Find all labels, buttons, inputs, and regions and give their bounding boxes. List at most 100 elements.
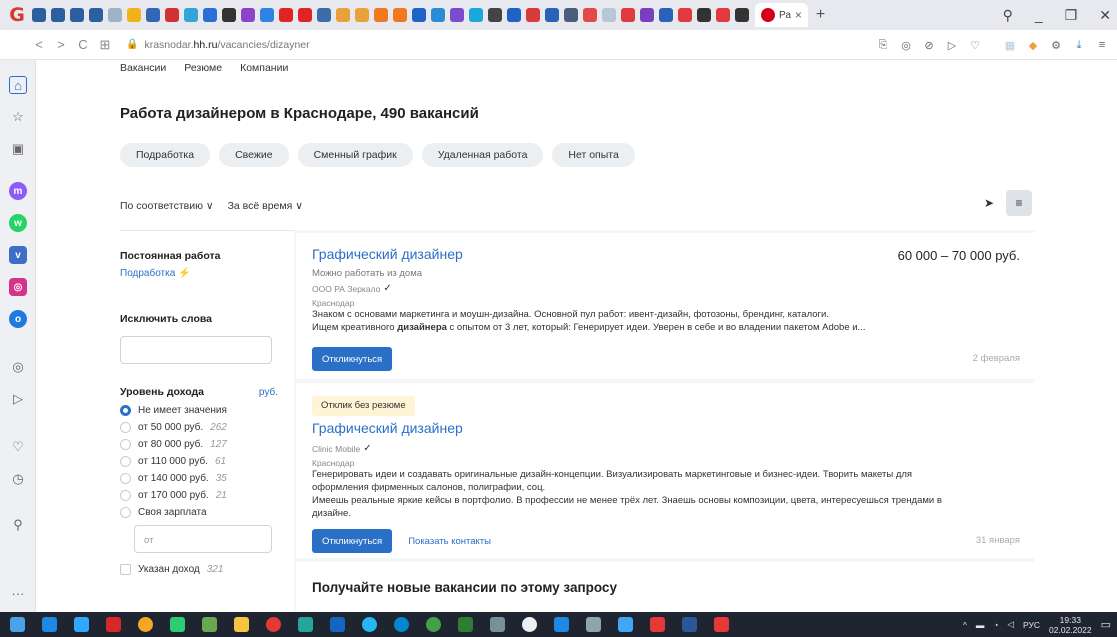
tab-favicon-icon[interactable] xyxy=(146,8,160,22)
list-view-icon[interactable]: ≡ xyxy=(1006,190,1032,216)
settings-icon[interactable]: ⚙ xyxy=(1049,39,1063,52)
wallet-icon[interactable]: ▣ xyxy=(9,140,27,158)
skype-icon[interactable] xyxy=(554,617,569,632)
part-time-link[interactable]: Подработка ⚡ xyxy=(120,268,278,279)
subnav-vacancies[interactable]: Вакансии xyxy=(120,62,166,74)
taskbar-app-icon[interactable] xyxy=(714,617,729,632)
target-icon[interactable]: ◎ xyxy=(9,358,27,376)
vk-icon[interactable]: v xyxy=(9,246,27,264)
own-salary-input[interactable]: от xyxy=(134,525,272,553)
reload-icon[interactable]: C xyxy=(72,37,94,52)
tab-favicon-icon[interactable] xyxy=(336,8,350,22)
tray-chevron-icon[interactable]: ^ xyxy=(963,620,967,630)
tab-favicon-icon[interactable] xyxy=(165,8,179,22)
minimize-icon[interactable]: _ xyxy=(1035,7,1043,23)
taskbar-app-icon[interactable] xyxy=(650,617,665,632)
new-tab-button[interactable]: + xyxy=(816,6,825,24)
tab-favicon-icon[interactable] xyxy=(583,8,597,22)
apply-button[interactable]: Откликнуться xyxy=(312,529,393,553)
taskbar-app-icon[interactable] xyxy=(426,617,441,632)
clock[interactable]: 19:33 02.02.2022 xyxy=(1049,615,1092,635)
tab-favicon-icon[interactable] xyxy=(412,8,426,22)
whatsapp-icon[interactable]: w xyxy=(9,214,27,232)
tab-favicon-icon[interactable] xyxy=(108,8,122,22)
photoshop-icon[interactable] xyxy=(74,617,89,632)
taskbar-app-icon[interactable] xyxy=(298,617,313,632)
tab-favicon-icon[interactable] xyxy=(659,8,673,22)
taskbar-app-icon[interactable] xyxy=(106,617,121,632)
tab-favicon-icon[interactable] xyxy=(279,8,293,22)
grid-icon[interactable]: ⊞ xyxy=(94,37,116,53)
tab-favicon-icon[interactable] xyxy=(51,8,65,22)
chip-fresh[interactable]: Свежие xyxy=(219,143,289,167)
heart-icon[interactable]: ♡ xyxy=(968,39,982,52)
subnav-resumes[interactable]: Резюме xyxy=(184,62,222,74)
taskbar-app-icon[interactable] xyxy=(234,617,249,632)
income-option[interactable]: Своя зарплата xyxy=(120,504,278,521)
tab-favicon-icon[interactable] xyxy=(545,8,559,22)
windows-start-icon[interactable] xyxy=(10,617,25,632)
word-icon[interactable] xyxy=(682,617,697,632)
language-indicator[interactable]: РУС xyxy=(1023,620,1040,630)
chip-remote[interactable]: Удаленная работа xyxy=(421,143,544,167)
url-field[interactable]: 🔒 krasnodar.hh.ru/vacancies/dizayner xyxy=(126,39,310,51)
subnav-companies[interactable]: Компании xyxy=(240,62,288,74)
tab-favicon-icon[interactable] xyxy=(526,8,540,22)
tab-favicon-icon[interactable] xyxy=(507,8,521,22)
home-icon[interactable]: ⌂ xyxy=(9,76,27,94)
salary-shown-checkbox[interactable]: Указан доход 321 xyxy=(120,561,278,578)
apply-button[interactable]: Откликнуться xyxy=(312,347,393,371)
income-option[interactable]: Не имеет значения xyxy=(120,402,278,419)
taskbar-app-icon[interactable] xyxy=(522,617,537,632)
tab-favicon-icon[interactable] xyxy=(488,8,502,22)
active-tab[interactable]: Ра × xyxy=(755,3,808,27)
tab-favicon-icon[interactable] xyxy=(716,8,730,22)
tab-favicon-icon[interactable] xyxy=(70,8,84,22)
tab-favicon-icon[interactable] xyxy=(298,8,312,22)
vacancy-company[interactable]: ООО РА Зеркало ✓ xyxy=(312,283,392,294)
close-tab-icon[interactable]: × xyxy=(795,8,802,22)
heart-icon[interactable]: ♡ xyxy=(9,438,27,456)
taskbar-app-icon[interactable] xyxy=(266,617,281,632)
taskbar-app-icon[interactable] xyxy=(586,617,601,632)
vacancy-company[interactable]: Clinic Mobile ✓ xyxy=(312,443,372,454)
tab-favicon-icon[interactable] xyxy=(469,8,483,22)
download-icon[interactable]: ⤓ xyxy=(1072,39,1086,52)
clock-icon[interactable]: ◷ xyxy=(9,470,27,488)
extension-icon[interactable]: ▦ xyxy=(1003,39,1017,52)
tab-favicon-icon[interactable] xyxy=(355,8,369,22)
screenshot-icon[interactable]: ⎘ xyxy=(876,39,890,52)
browser-logo-icon[interactable]: G xyxy=(6,4,28,26)
forward-icon[interactable]: > xyxy=(50,37,72,52)
volume-icon[interactable]: ◁ xyxy=(1007,619,1014,630)
more-icon[interactable]: ··· xyxy=(9,584,27,602)
show-contacts-link[interactable]: Показать контакты xyxy=(408,536,491,547)
extension-icon[interactable]: ◆ xyxy=(1026,39,1040,52)
income-option[interactable]: от 50 000 руб. 262 xyxy=(120,419,278,436)
send-icon[interactable]: ▷ xyxy=(9,390,27,408)
tab-favicon-icon[interactable] xyxy=(621,8,635,22)
map-view-icon[interactable]: ➤ xyxy=(976,190,1002,216)
tab-favicon-icon[interactable] xyxy=(374,8,388,22)
tab-favicon-icon[interactable] xyxy=(89,8,103,22)
chip-no-experience[interactable]: Нет опыта xyxy=(552,143,635,167)
notifications-icon[interactable]: ▭ xyxy=(1101,618,1111,631)
star-icon[interactable]: ☆ xyxy=(9,108,27,126)
taskbar-app-icon[interactable] xyxy=(394,617,409,632)
search-tabs-icon[interactable]: ⚲ xyxy=(1003,7,1013,24)
tab-favicon-icon[interactable] xyxy=(564,8,578,22)
instagram-icon[interactable]: ◎ xyxy=(9,278,27,296)
block-icon[interactable]: ⊘ xyxy=(922,39,936,52)
dreamweaver-icon[interactable] xyxy=(202,617,217,632)
tab-favicon-icon[interactable] xyxy=(393,8,407,22)
exclude-words-input[interactable] xyxy=(120,336,272,364)
taskbar-app-icon[interactable] xyxy=(458,617,473,632)
menu-icon[interactable]: ≡ xyxy=(1095,39,1109,51)
tab-favicon-icon[interactable] xyxy=(450,8,464,22)
tab-favicon-icon[interactable] xyxy=(127,8,141,22)
taskbar-app-icon[interactable] xyxy=(618,617,633,632)
taskbar-app-icon[interactable] xyxy=(490,617,505,632)
tab-favicon-icon[interactable] xyxy=(222,8,236,22)
messenger-app-icon[interactable]: o xyxy=(9,310,27,328)
tab-favicon-icon[interactable] xyxy=(260,8,274,22)
